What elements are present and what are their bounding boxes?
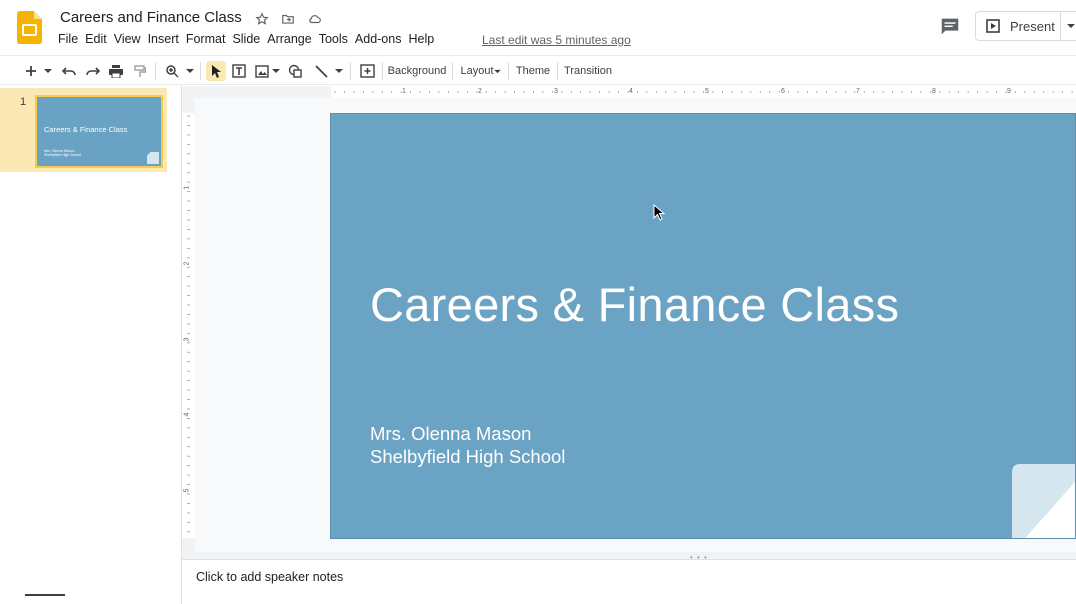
text-box-icon[interactable] [230,61,248,81]
background-button[interactable]: Background [388,61,447,81]
present-dropdown-icon[interactable] [1066,21,1076,31]
menu-slide[interactable]: Slide [232,32,265,46]
move-folder-icon[interactable] [279,10,297,28]
ruler-mark-9: 9 [1007,88,1011,95]
slide-thumbnail[interactable]: Careers & Finance Class Mrs. Olenna Maso… [35,95,163,168]
comment-history-icon[interactable] [939,15,961,37]
header: Careers and Finance Class File Edit View… [0,0,1076,54]
ruler-mark-7: 7 [856,88,860,95]
slide-subtitle-line1: Mrs. Olenna Mason [370,423,532,444]
menu-addons[interactable]: Add-ons [355,32,407,46]
slide-subtitle-line2: Shelbyfield High School [370,446,566,467]
document-title[interactable]: Careers and Finance Class [60,9,242,26]
present-icon [986,19,1000,33]
ruler-mark-1: 1 [402,88,406,95]
notes-resize-bar[interactable] [182,552,1076,560]
thumbnail-subtitle: Mrs. Olenna Mason Shelbyfield High Schoo… [44,149,81,157]
vertical-ruler[interactable]: 1 2 3 4 5 [182,86,195,552]
star-icon[interactable] [253,10,271,28]
speaker-notes[interactable]: Click to add speaker notes [196,570,343,584]
ruler-left-mark-2: 2 [183,261,191,266]
ruler-mark-3: 3 [554,88,558,95]
menu-insert[interactable]: Insert [148,32,184,46]
slides-logo-icon[interactable] [17,11,42,44]
ruler-mark-5: 5 [705,88,709,95]
cloud-status-icon[interactable] [305,10,323,28]
ruler-left-mark-1: 1 [183,185,191,190]
slide-title[interactable]: Careers & Finance Class [370,277,899,332]
zoom-icon[interactable] [163,61,181,81]
thumbnail-title: Careers & Finance Class [44,125,128,134]
line-dropdown-icon[interactable] [334,61,344,81]
toolbar: Background Layout Theme Transition [0,55,1076,85]
menu-edit[interactable]: Edit [85,32,112,46]
slides-app: Careers and Finance Class File Edit View… [0,0,1076,604]
notes-drag-handle[interactable]: • • • [690,553,708,562]
ruler-mark-8: 8 [932,88,936,95]
print-icon[interactable] [107,61,125,81]
menu-help[interactable]: Help [408,32,439,46]
ruler-left-mark-5: 5 [183,488,191,493]
redo-icon[interactable] [84,61,102,81]
page-curl-decoration [1012,464,1075,538]
slide-subtitle[interactable]: Mrs. Olenna Mason Shelbyfield High Schoo… [370,422,565,468]
shape-icon[interactable] [286,61,304,81]
insert-comment-icon[interactable] [357,61,377,81]
layout-button[interactable]: Layout [459,61,495,81]
filmstrip: 1 Careers & Finance Class Mrs. Olenna Ma… [0,86,182,604]
theme-button[interactable]: Theme [514,61,552,81]
ruler-left-mark-4: 4 [183,412,191,417]
last-edit-link[interactable]: Last edit was 5 minutes ago [482,33,631,47]
present-button[interactable]: Present [975,11,1076,41]
slide-thumbnail-selection[interactable]: 1 Careers & Finance Class Mrs. Olenna Ma… [0,88,167,172]
new-slide-icon[interactable] [22,61,40,81]
menu-arrange[interactable]: Arrange [267,32,316,46]
layout-dropdown-icon[interactable] [493,61,501,81]
select-tool-icon[interactable] [206,61,226,81]
paint-format-icon[interactable] [131,61,149,81]
ruler-left-mark-3: 3 [183,337,191,342]
slide[interactable]: Careers & Finance Class Mrs. Olenna Maso… [330,113,1076,539]
new-slide-dropdown-icon[interactable] [42,61,54,81]
image-dropdown-icon[interactable] [271,61,281,81]
menu-format[interactable]: Format [186,32,231,46]
ruler-mark-4: 4 [629,88,633,95]
ruler-mark-6: 6 [781,88,785,95]
slide-number: 1 [20,96,27,108]
filmstrip-divider [25,594,65,596]
menu-bar: File Edit View Insert Format Slide Arran… [58,32,441,46]
undo-icon[interactable] [60,61,78,81]
menu-view[interactable]: View [114,32,146,46]
line-icon[interactable] [312,61,330,81]
ruler-mark-2: 2 [478,88,482,95]
menu-file[interactable]: File [58,32,83,46]
present-label: Present [1010,18,1055,34]
thumbnail-page-curl [147,152,159,164]
zoom-dropdown-icon[interactable] [184,61,196,81]
horizontal-ruler[interactable]: 1 2 3 4 5 6 7 8 9 [195,86,1076,98]
menu-tools[interactable]: Tools [319,32,353,46]
image-icon[interactable] [253,61,271,81]
mouse-cursor-icon [653,204,665,221]
transition-button[interactable]: Transition [563,61,613,81]
thumbnail-subtitle-line2: Shelbyfield High School [44,153,81,157]
